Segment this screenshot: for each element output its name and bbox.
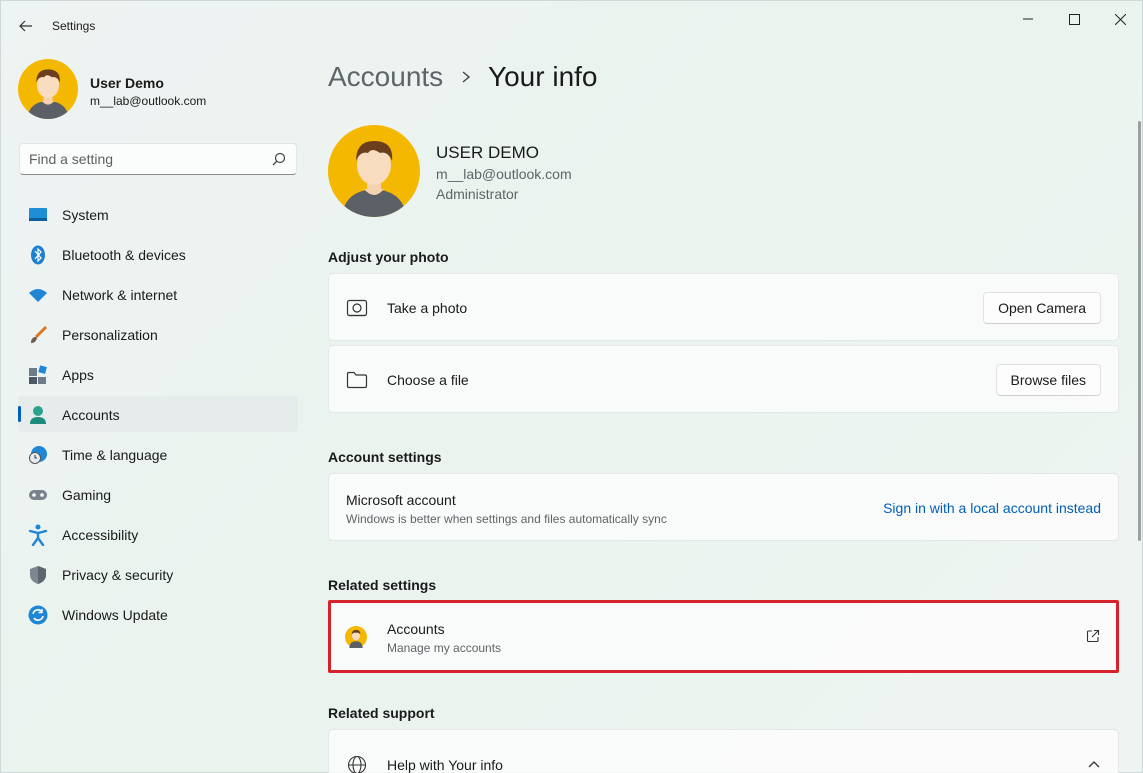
- sidebar-item-label: Gaming: [62, 487, 112, 503]
- update-icon: [28, 605, 48, 625]
- brush-icon: [28, 325, 48, 345]
- section-title-related-settings: Related settings: [328, 577, 437, 593]
- sidebar-item-label: System: [62, 207, 109, 223]
- close-icon: [1114, 13, 1126, 25]
- apps-icon: [28, 365, 48, 385]
- sidebar-item-system[interactable]: System: [18, 196, 298, 232]
- microsoft-account-description: Windows is better when settings and file…: [346, 512, 667, 526]
- user-name: USER DEMO: [436, 143, 539, 162]
- browse-files-button[interactable]: Browse files: [995, 364, 1101, 396]
- search-input[interactable]: [20, 144, 260, 174]
- sidebar-item-accessibility[interactable]: Accessibility: [18, 516, 298, 552]
- breadcrumb-parent[interactable]: Accounts: [328, 61, 443, 93]
- wifi-icon: [28, 285, 48, 305]
- accessibility-icon: [28, 524, 48, 546]
- sidebar-item-label: Network & internet: [62, 287, 178, 303]
- sidebar-item-apps[interactable]: Apps: [18, 356, 298, 392]
- sidebar-item-privacy[interactable]: Privacy & security: [18, 556, 298, 592]
- title-bar: Settings: [1, 1, 1142, 49]
- sidebar-item-label: Accessibility: [62, 527, 139, 543]
- maximize-icon: [1068, 13, 1080, 25]
- folder-icon: [346, 369, 368, 391]
- sidebar-item-bluetooth[interactable]: Bluetooth & devices: [18, 236, 298, 272]
- chevron-up-icon[interactable]: [1088, 760, 1100, 768]
- microsoft-account-label: Microsoft account: [346, 492, 456, 508]
- clock-globe-icon: [28, 445, 48, 465]
- bluetooth-icon: [28, 245, 48, 265]
- help-your-info-label: Help with Your info: [387, 757, 503, 773]
- avatar[interactable]: [18, 59, 78, 119]
- choose-file-label: Choose a file: [387, 372, 469, 388]
- section-title-related-support: Related support: [328, 705, 435, 721]
- back-button[interactable]: [15, 15, 37, 37]
- sidebar-item-label: Privacy & security: [62, 567, 174, 583]
- back-arrow-icon: [19, 20, 32, 32]
- sidebar-item-accounts[interactable]: Accounts: [18, 396, 298, 432]
- open-camera-button[interactable]: Open Camera: [983, 292, 1101, 324]
- take-photo-label: Take a photo: [387, 300, 468, 316]
- profile-name: User Demo: [90, 75, 164, 91]
- choose-file-card: Choose a file Browse files: [328, 345, 1119, 413]
- section-title-account-settings: Account settings: [328, 449, 442, 465]
- sidebar-item-label: Apps: [62, 367, 94, 383]
- globe-icon: [346, 754, 368, 773]
- accounts-related-card[interactable]: Accounts Manage my accounts: [328, 600, 1119, 673]
- camera-icon: [346, 297, 368, 319]
- accounts-icon: [28, 405, 48, 425]
- section-title-adjust-photo: Adjust your photo: [328, 249, 449, 265]
- local-account-link[interactable]: Sign in with a local account instead: [883, 500, 1101, 516]
- sidebar-item-network[interactable]: Network & internet: [18, 276, 298, 312]
- user-avatar-image: [328, 125, 420, 217]
- sidebar-item-gaming[interactable]: Gaming: [18, 476, 298, 512]
- help-your-info-card[interactable]: Help with Your info: [328, 729, 1119, 773]
- user-avatar: [328, 125, 420, 217]
- sidebar-item-label: Time & language: [62, 447, 168, 463]
- user-role: Administrator: [436, 186, 519, 202]
- accounts-avatar-icon: [345, 626, 367, 648]
- accounts-related-label: Accounts: [387, 621, 445, 637]
- scrollbar[interactable]: [1138, 121, 1141, 541]
- minimize-button[interactable]: [1005, 9, 1051, 29]
- microsoft-account-card: Microsoft account Windows is better when…: [328, 473, 1119, 541]
- sidebar-item-time-language[interactable]: Time & language: [18, 436, 298, 472]
- user-email: m__lab@outlook.com: [436, 166, 572, 182]
- close-button[interactable]: [1097, 9, 1143, 29]
- take-photo-card: Take a photo Open Camera: [328, 273, 1119, 341]
- external-link-icon: [1086, 629, 1100, 643]
- system-icon: [28, 205, 48, 225]
- search-icon[interactable]: [272, 152, 286, 166]
- avatar-image: [18, 59, 78, 119]
- chevron-right-icon: [462, 71, 471, 83]
- shield-icon: [28, 565, 48, 585]
- sidebar-item-label: Windows Update: [62, 607, 168, 623]
- page-title: Your info: [488, 61, 598, 92]
- minimize-icon: [1023, 18, 1033, 20]
- gamepad-icon: [28, 485, 48, 505]
- search-box[interactable]: [19, 143, 297, 175]
- profile-email: m__lab@outlook.com: [90, 94, 207, 108]
- sidebar-item-label: Personalization: [62, 327, 158, 343]
- sidebar-nav: System Bluetooth & devices Network & int…: [18, 196, 298, 636]
- sidebar-item-personalization[interactable]: Personalization: [18, 316, 298, 352]
- accounts-related-description: Manage my accounts: [387, 641, 502, 655]
- sidebar-item-label: Bluetooth & devices: [62, 247, 186, 263]
- app-title: Settings: [52, 19, 96, 33]
- maximize-button[interactable]: [1051, 9, 1097, 29]
- sidebar-item-windows-update[interactable]: Windows Update: [18, 596, 298, 632]
- sidebar-item-label: Accounts: [62, 407, 120, 423]
